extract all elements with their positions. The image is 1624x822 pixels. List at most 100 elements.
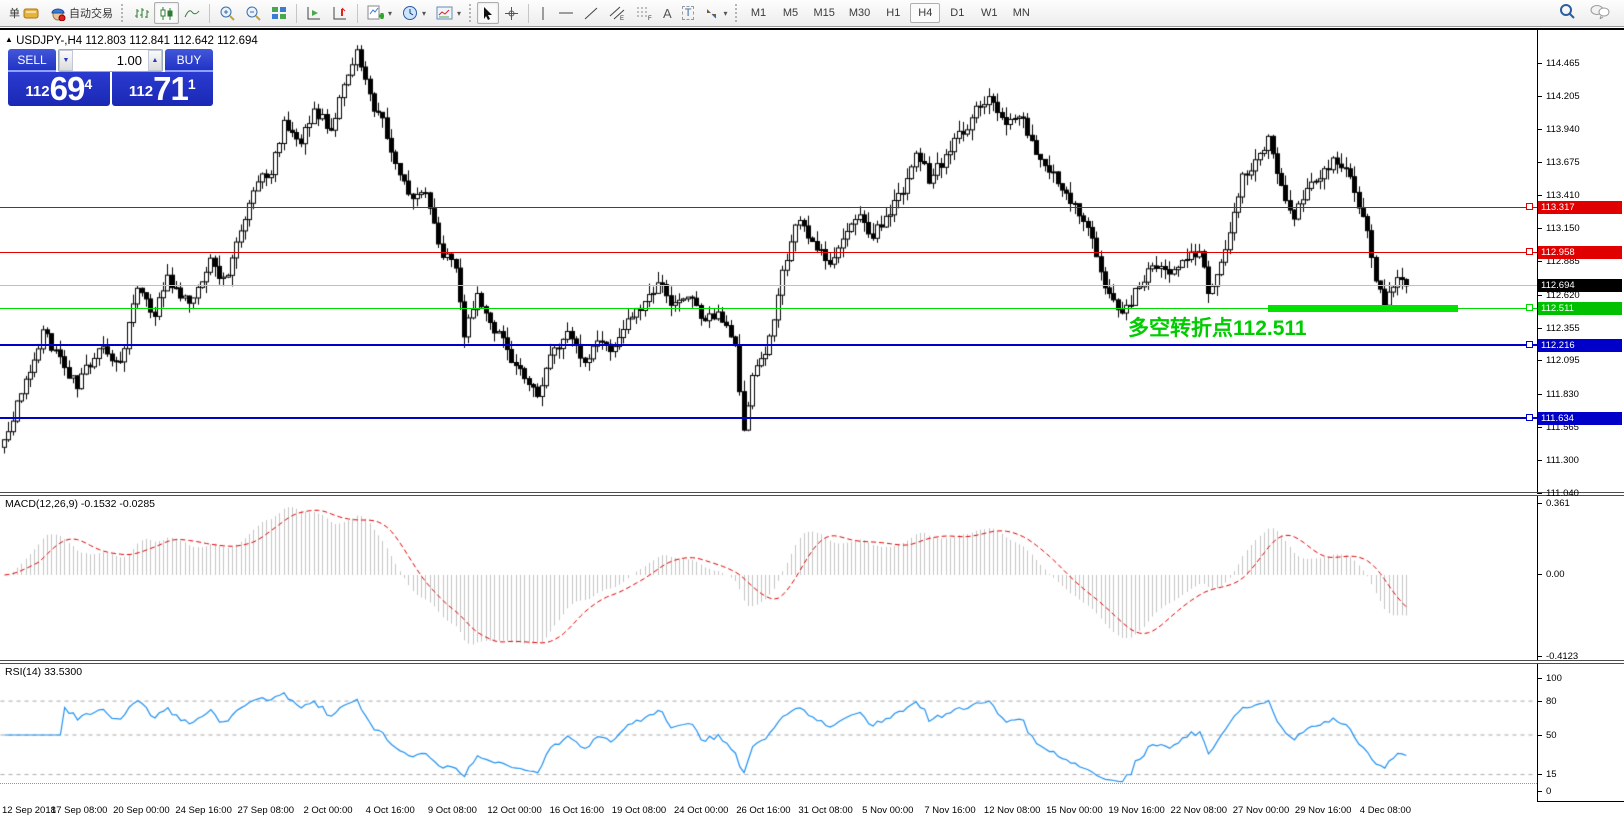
price-tick-label: 111.300 [1546, 455, 1579, 466]
periods-caret-icon[interactable]: ▾ [422, 9, 426, 18]
cursor-button[interactable] [477, 2, 499, 24]
timeframe-m15-button[interactable]: M15 [807, 3, 840, 23]
buy-button[interactable]: BUY [165, 49, 213, 72]
line-chart-button[interactable] [179, 2, 205, 24]
tile-windows-icon [271, 6, 287, 20]
chart-shift-button[interactable] [327, 2, 353, 24]
pivot-annotation-text[interactable]: 多空转折点112.511 [1128, 312, 1307, 342]
rsi-indicator-canvas[interactable] [0, 664, 1537, 783]
line-edit-handle[interactable] [1526, 414, 1533, 421]
arrows-tool[interactable]: ▾ [699, 2, 732, 24]
buy-price[interactable]: 112711 [112, 72, 214, 106]
volume-increase-button[interactable]: ▲ [148, 50, 162, 71]
zoom-out-icon [245, 5, 261, 21]
svg-text:F: F [648, 16, 652, 21]
rsi-scale-label: 0 [1546, 786, 1551, 797]
crosshair-button[interactable] [499, 2, 524, 24]
timeframe-h4-button[interactable]: H4 [910, 3, 940, 23]
toolbar-grip[interactable] [469, 4, 474, 22]
svg-text:E: E [620, 16, 624, 21]
timeframe-m5-button[interactable]: M5 [775, 3, 805, 23]
tile-windows-button[interactable] [266, 2, 292, 24]
line-edit-handle[interactable] [1526, 203, 1533, 210]
timeframe-m1-button[interactable]: M1 [743, 3, 773, 23]
line-edit-handle[interactable] [1526, 341, 1533, 348]
add-indicator-caret-icon[interactable]: ▾ [388, 9, 392, 18]
timeframe-mn-button[interactable]: MN [1006, 3, 1036, 23]
fibonacci-tool[interactable]: F [631, 2, 658, 24]
timeframe-h1-button[interactable]: H1 [878, 3, 908, 23]
arrows-caret-icon[interactable]: ▾ [723, 9, 727, 18]
time-axis-label: 4 Dec 08:00 [1343, 805, 1427, 816]
text-label-tool[interactable]: T [677, 2, 700, 24]
price-tick-mark [1537, 493, 1542, 494]
macd-tick-mark [1537, 503, 1542, 504]
candlestick-chart-button[interactable] [154, 2, 179, 24]
timeframe-m30-button[interactable]: M30 [843, 3, 876, 23]
trendline-tool[interactable] [579, 2, 604, 24]
templates-caret-icon[interactable]: ▾ [457, 9, 461, 18]
resistance-line[interactable] [0, 252, 1537, 253]
price-tick-mark [1537, 96, 1542, 97]
auto-scroll-button[interactable] [301, 2, 327, 24]
price-tick-label: 114.205 [1546, 91, 1580, 102]
one-click-trading-panel: SELL ▼ ▲ BUY 112694 112711 [8, 49, 213, 106]
price-tick-label: 112.095 [1546, 355, 1580, 366]
line-edit-handle[interactable] [1526, 248, 1533, 255]
news-icon [23, 6, 40, 20]
pivot-line[interactable] [0, 308, 1537, 309]
collapse-trade-panel-icon[interactable]: ▲ [5, 35, 13, 44]
toolbar-grip[interactable] [121, 4, 126, 22]
pane-separator-macd-rsi[interactable] [0, 660, 1624, 664]
toolbar-grip[interactable] [735, 4, 740, 22]
rsi-tick-mark [1537, 701, 1542, 702]
horizontal-line-icon [558, 8, 574, 18]
timeframe-d1-button[interactable]: D1 [942, 3, 972, 23]
zoom-in-icon [219, 5, 235, 21]
periods-button[interactable]: ▾ [397, 2, 431, 24]
periods-clock-icon [402, 5, 418, 21]
cursor-icon [482, 6, 494, 21]
volume-decrease-button[interactable]: ▼ [59, 50, 73, 71]
chat-icon[interactable] [1590, 4, 1610, 22]
rsi-tick-mark [1537, 791, 1542, 792]
zoom-in-button[interactable] [214, 2, 240, 24]
sell-price-main: 69 [50, 72, 85, 105]
line-edit-handle[interactable] [1526, 304, 1533, 311]
trendline-icon [584, 6, 599, 21]
channel-tool[interactable]: E [604, 2, 631, 24]
text-tool[interactable]: A [658, 2, 677, 24]
pane-separator-main-macd[interactable] [0, 492, 1624, 496]
volume-stepper: ▼ ▲ [58, 49, 163, 72]
support-line[interactable] [0, 344, 1537, 346]
autotrading-button[interactable]: 自动交易 [45, 2, 118, 24]
rsi-tick-mark [1537, 774, 1542, 775]
add-indicator-button[interactable]: ▾ [362, 2, 397, 24]
search-icon[interactable] [1559, 3, 1576, 23]
templates-button[interactable]: ▾ [431, 2, 466, 24]
current-price-line[interactable] [0, 285, 1537, 286]
sell-price[interactable]: 112694 [8, 72, 110, 106]
rsi-tick-mark [1537, 678, 1542, 679]
volume-input[interactable] [73, 50, 148, 71]
zoom-out-button[interactable] [240, 2, 266, 24]
price-tick-mark [1537, 195, 1542, 196]
price-tick-mark [1537, 261, 1542, 262]
new-order-button[interactable]: 单 [4, 2, 45, 24]
horizontal-line-tool[interactable] [553, 2, 579, 24]
text-icon: A [663, 6, 672, 21]
main-chart-canvas[interactable] [0, 30, 1537, 493]
autotrading-icon [50, 6, 66, 21]
sell-button[interactable]: SELL [8, 49, 56, 72]
macd-scale-label: 0.00 [1546, 569, 1565, 580]
timeframe-w1-button[interactable]: W1 [974, 3, 1004, 23]
bar-chart-button[interactable] [129, 2, 154, 24]
support-line[interactable] [0, 417, 1537, 419]
vertical-line-tool[interactable] [533, 2, 553, 24]
macd-tick-mark [1537, 574, 1542, 575]
price-tag: 112.694 [1538, 279, 1622, 292]
resistance-line[interactable] [0, 207, 1537, 208]
price-tick-mark [1537, 228, 1542, 229]
macd-indicator-canvas[interactable] [0, 496, 1537, 660]
price-tick-mark [1537, 129, 1542, 130]
